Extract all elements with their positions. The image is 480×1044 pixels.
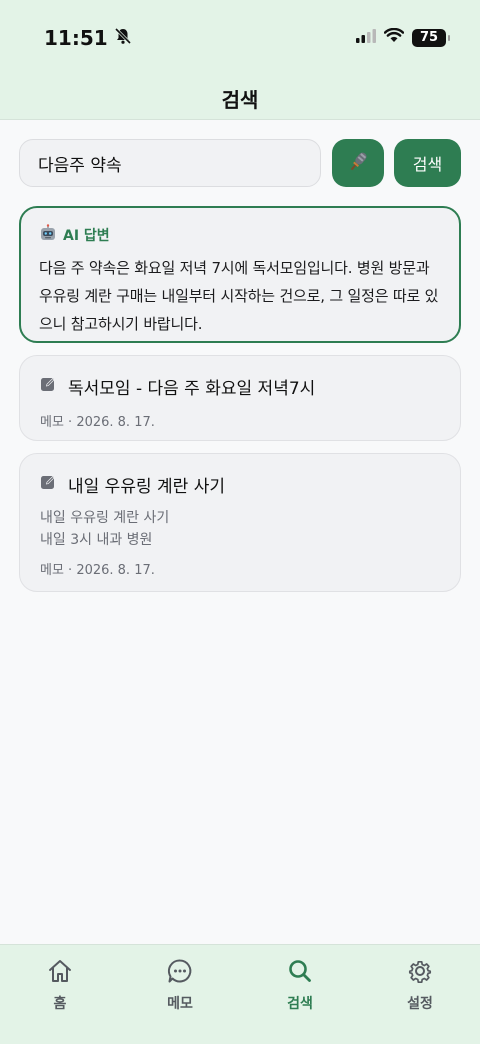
battery-icon: 75 xyxy=(412,28,450,47)
nav-memo-label: 메모 xyxy=(167,996,193,1012)
voice-search-button[interactable] xyxy=(332,139,384,187)
note-edit-icon xyxy=(40,376,56,397)
result-preview: 내일 우유링 계란 사기 내일 3시 내과 병원 xyxy=(40,507,440,551)
nav-item-home[interactable]: 홈 xyxy=(20,957,100,1013)
result-preview-line: 내일 우유링 계란 사기 xyxy=(40,510,170,526)
microphone-icon xyxy=(345,149,371,178)
nav-item-settings[interactable]: 설정 xyxy=(380,957,460,1013)
nav-settings-label: 설정 xyxy=(407,996,433,1012)
result-title-row: 독서모임 - 다음 주 화요일 저녁7시 xyxy=(40,374,440,399)
wifi-icon xyxy=(383,27,405,47)
bell-muted-icon xyxy=(114,26,132,50)
nav-home-label: 홈 xyxy=(53,996,67,1012)
ai-answer-heading: AI 답변 xyxy=(63,228,110,244)
result-preview-line: 내일 3시 내과 병원 xyxy=(40,532,153,548)
result-title-row: 내일 우유링 계란 사기 xyxy=(40,472,440,497)
result-card[interactable]: 내일 우유링 계란 사기 내일 우유링 계란 사기 내일 3시 내과 병원 메모… xyxy=(19,453,461,592)
chat-bubble-icon xyxy=(166,957,194,989)
result-title: 독서모임 - 다음 주 화요일 저녁7시 xyxy=(68,379,316,399)
ai-answer-card: AI 답변 다음 주 약속은 화요일 저녁 7시에 독서모임입니다. 병원 방문… xyxy=(19,206,461,343)
home-icon xyxy=(46,957,74,989)
battery-level: 75 xyxy=(419,30,439,45)
nav-search-label: 검색 xyxy=(287,996,313,1012)
nav-item-search[interactable]: 검색 xyxy=(260,957,340,1013)
gear-icon xyxy=(406,957,434,989)
status-bar: 11:51 75 xyxy=(0,0,480,74)
result-title: 내일 우유링 계란 사기 xyxy=(68,477,225,497)
search-input[interactable] xyxy=(19,139,321,187)
search-bar: 검색 xyxy=(19,139,461,187)
result-card[interactable]: 독서모임 - 다음 주 화요일 저녁7시 메모 · 2026. 8. 17. xyxy=(19,355,461,441)
status-indicators: 75 xyxy=(356,27,450,47)
result-meta: 메모 · 2026. 8. 17. xyxy=(40,563,155,578)
nav-item-memo[interactable]: 메모 xyxy=(140,957,220,1013)
top-area: 11:51 75 검색 xyxy=(0,0,480,120)
ai-answer-text: 다음 주 약속은 화요일 저녁 7시에 독서모임입니다. 병원 방문과 우유링 … xyxy=(39,259,439,333)
status-time: 11:51 xyxy=(44,26,132,50)
page-title: 검색 xyxy=(221,88,259,112)
search-button[interactable]: 검색 xyxy=(394,139,461,187)
cellular-signal-icon xyxy=(356,28,376,47)
bottom-nav: 홈 메모 검색 설정 xyxy=(0,944,480,1044)
search-icon xyxy=(286,957,314,989)
note-edit-icon xyxy=(40,474,56,495)
ai-answer-header: AI 답변 xyxy=(39,224,441,246)
result-meta: 메모 · 2026. 8. 17. xyxy=(40,415,155,430)
robot-icon xyxy=(39,224,57,246)
status-time-text: 11:51 xyxy=(44,26,108,50)
